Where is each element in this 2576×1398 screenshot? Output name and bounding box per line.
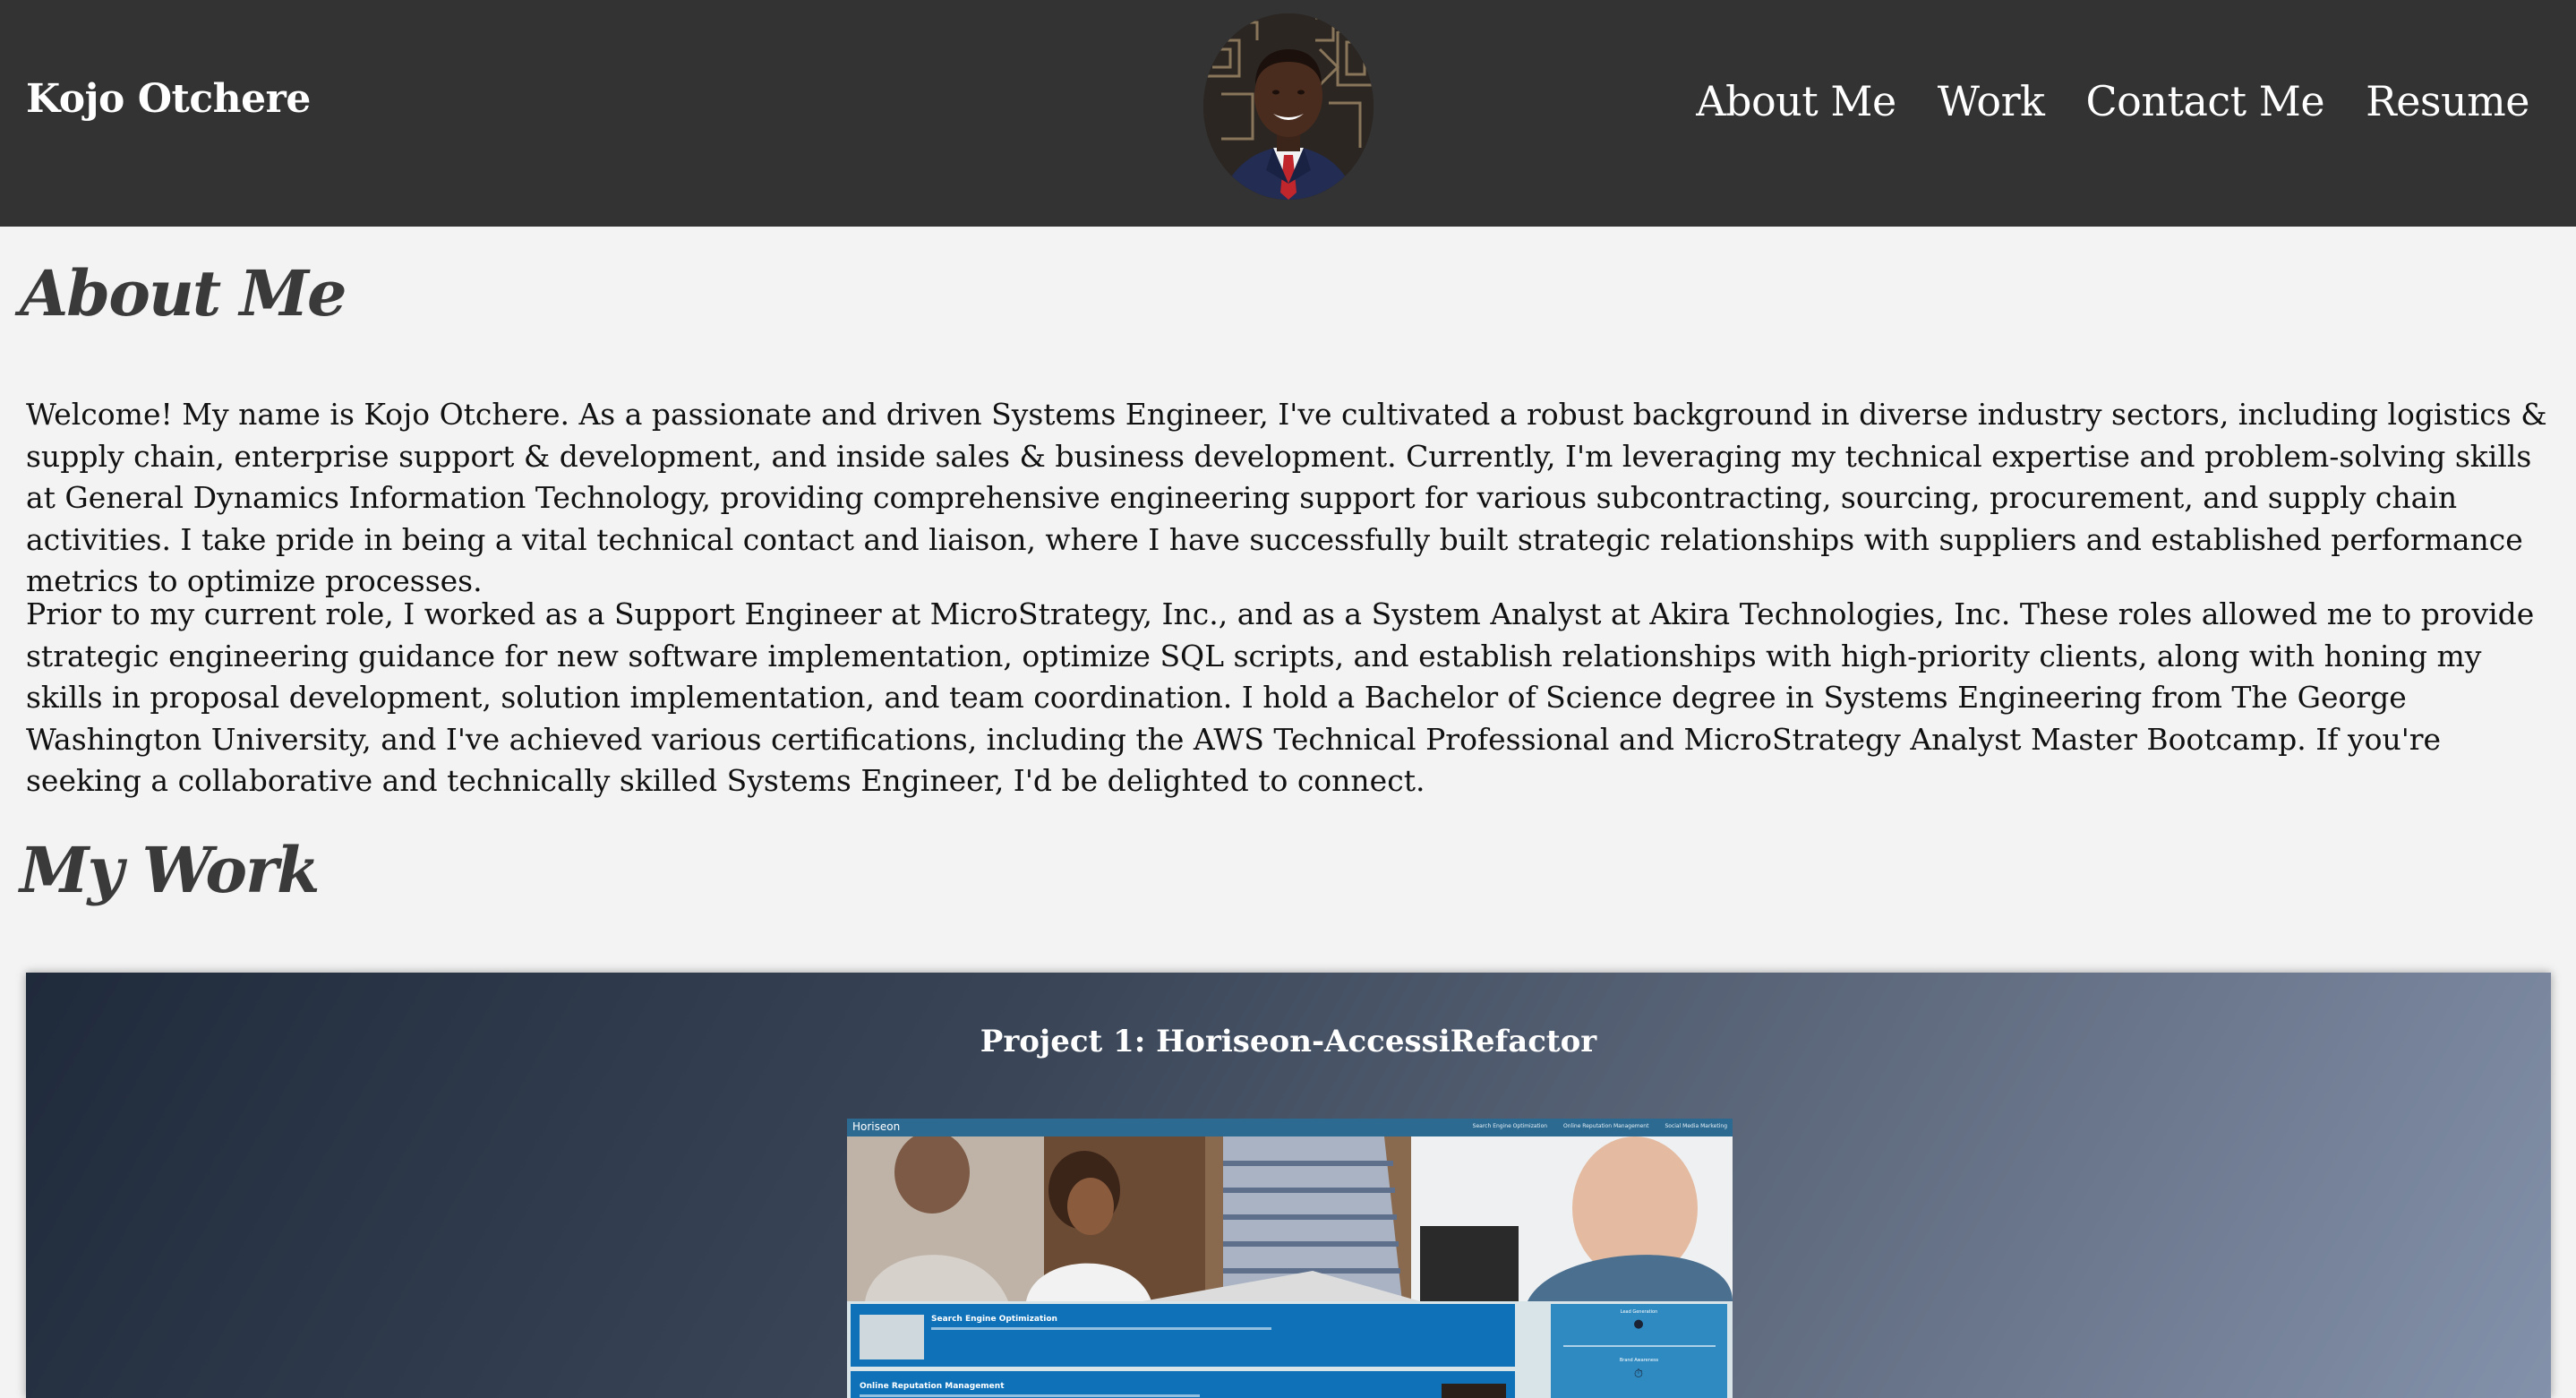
screenshot-sidebar-heading: Brand Awareness — [1619, 1358, 1659, 1363]
timer-icon: ⏱ — [1633, 1368, 1644, 1381]
screenshot-block-thumbnail — [1442, 1384, 1506, 1398]
screenshot-hero-image — [847, 1136, 1733, 1301]
screenshot-block-thumbnail — [860, 1315, 924, 1359]
about-paragraph-2: Prior to my current role, I worked as a … — [26, 596, 2535, 799]
nav-link-about-me[interactable]: About Me — [1696, 77, 1896, 125]
screenshot-content: Search Engine Optimization Online Reputa… — [851, 1304, 1515, 1398]
screenshot-nav-links: Search Engine Optimization Online Reputa… — [1473, 1123, 1727, 1129]
screenshot-sidebar-text-line — [1563, 1345, 1716, 1347]
main-nav: About Me Work Contact Me Resume — [1696, 77, 2529, 125]
screenshot-block-seo: Search Engine Optimization — [851, 1304, 1515, 1367]
profile-avatar — [1203, 13, 1374, 200]
site-header: Kojo Otchere About Me Work Contact Me Re… — [0, 0, 2576, 227]
screenshot-nav-link: Online Reputation Management — [1563, 1123, 1649, 1129]
about-paragraph-1: Welcome! My name is Kojo Otchere. As a p… — [26, 397, 2547, 599]
nav-link-contact-me[interactable]: Contact Me — [2085, 77, 2324, 125]
screenshot-block-reputation: Online Reputation Management — [851, 1371, 1515, 1398]
screenshot-block-title: Online Reputation Management — [860, 1382, 1005, 1391]
screenshot-block-text-line — [860, 1394, 1200, 1397]
screenshot-nav-link: Search Engine Optimization — [1472, 1123, 1548, 1129]
project-card[interactable]: Project 1: Horiseon-AccessiRefactor Hori… — [26, 973, 2551, 1398]
nav-link-work[interactable]: Work — [1938, 77, 2045, 125]
screenshot-sidebar: Lead Generation ● Brand Awareness ⏱ — [1551, 1304, 1727, 1398]
project-title[interactable]: Project 1: Horiseon-AccessiRefactor — [26, 1024, 2551, 1059]
nav-link-resume[interactable]: Resume — [2366, 77, 2529, 125]
site-brand[interactable]: Kojo Otchere — [26, 76, 311, 122]
screenshot-block-text-line — [931, 1327, 1271, 1330]
screenshot-logo: Horiseon — [852, 1120, 901, 1133]
project-screenshot[interactable]: Horiseon Search Engine Optimization Onli… — [847, 1119, 1733, 1398]
lock-icon: ● — [1633, 1317, 1644, 1331]
work-heading: My Work — [20, 833, 321, 907]
screenshot-sidebar-heading: Lead Generation — [1620, 1309, 1658, 1315]
screenshot-navbar: Horiseon Search Engine Optimization Onli… — [847, 1119, 1733, 1136]
screenshot-block-title: Search Engine Optimization — [931, 1315, 1057, 1324]
profile-photo-icon — [1203, 13, 1374, 200]
screenshot-nav-link: Social Media Marketing — [1665, 1123, 1727, 1129]
about-heading: About Me — [20, 256, 347, 330]
